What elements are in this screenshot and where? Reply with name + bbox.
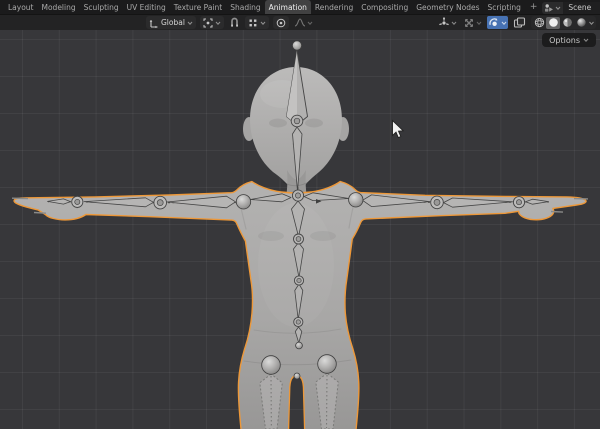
gizmo-icon <box>438 17 450 29</box>
falloff-curve-icon <box>294 17 306 28</box>
pose-xray-icon <box>488 17 500 29</box>
chevron-down-icon <box>583 36 589 44</box>
elbow-left-ring[interactable] <box>154 196 167 209</box>
scene-render <box>0 30 600 429</box>
chevron-down-icon <box>451 19 457 27</box>
tab-sculpting[interactable]: Sculpting <box>80 0 123 14</box>
scene-name-label: Scene <box>568 3 591 12</box>
snap-toggle-button[interactable] <box>228 16 241 29</box>
crotch-ball[interactable] <box>294 373 300 379</box>
elbow-right-ring[interactable] <box>431 196 444 209</box>
pelvis-tip-ball[interactable] <box>296 342 303 349</box>
shoulder-left-ball[interactable] <box>236 195 250 209</box>
chest-shadow-right <box>310 231 336 241</box>
pivot-point-dropdown[interactable] <box>200 16 224 29</box>
xray-icon <box>513 17 526 29</box>
orientation-icon <box>149 18 159 28</box>
spine-base-ring[interactable] <box>294 317 303 326</box>
overlays-icon <box>463 17 475 29</box>
toggle-xray-button[interactable] <box>512 16 527 29</box>
tab-shading[interactable]: Shading <box>226 0 264 14</box>
spine-mid-ring[interactable] <box>294 276 303 285</box>
tab-geometry-nodes[interactable]: Geometry Nodes <box>412 0 483 14</box>
selection-outline-crotch <box>289 376 305 429</box>
snap-target-dropdown[interactable] <box>245 16 269 29</box>
tab-layout[interactable]: Layout <box>4 0 38 14</box>
shading-wireframe-button[interactable] <box>532 17 546 29</box>
shading-solid-button[interactable] <box>546 17 560 29</box>
viewport-header: Global <box>0 15 600 30</box>
head-base-ring[interactable] <box>291 115 303 127</box>
eye-socket-right <box>305 119 323 128</box>
hip-left-ball[interactable] <box>262 356 281 375</box>
shoulder-right-ball[interactable] <box>349 193 363 207</box>
wrist-right-ring[interactable] <box>513 197 524 208</box>
chest-shadow-left <box>258 231 284 241</box>
options-label: Options <box>549 36 580 45</box>
shading-rendered-button[interactable] <box>574 17 588 29</box>
tab-animation[interactable]: Animation <box>265 0 311 14</box>
mouse-cursor <box>393 121 404 138</box>
scene-selector: Scene <box>542 0 600 15</box>
show-gizmo-button[interactable] <box>437 16 458 29</box>
proportional-falloff-dropdown[interactable] <box>293 16 314 29</box>
chevron-down-icon <box>187 19 193 27</box>
viewport-shading-group <box>531 16 596 29</box>
eye-socket-left <box>269 119 287 128</box>
chevron-down-icon <box>260 19 266 27</box>
chevron-down-icon <box>476 19 482 27</box>
shading-material-button[interactable] <box>560 17 574 29</box>
workspace-tab-bar: Layout Modeling Sculpting UV Editing Tex… <box>0 0 600 15</box>
add-workspace-button[interactable]: + <box>525 0 543 14</box>
chevron-down-icon <box>215 19 221 27</box>
hip-right-ball[interactable] <box>318 355 337 374</box>
tab-compositing[interactable]: Compositing <box>357 0 412 14</box>
chevron-down-icon <box>501 19 507 27</box>
wrist-left-ring[interactable] <box>72 196 83 207</box>
blender-window: Layout Modeling Sculpting UV Editing Tex… <box>0 0 600 429</box>
scene-name-field[interactable]: Scene <box>563 2 600 14</box>
chevron-down-icon <box>588 19 595 27</box>
chevron-down-icon <box>555 4 561 12</box>
chest-base-ring[interactable] <box>294 234 304 244</box>
tab-uv-editing[interactable]: UV Editing <box>123 0 170 14</box>
magnet-icon <box>229 17 240 28</box>
show-overlays-button[interactable] <box>462 16 483 29</box>
tab-rendering[interactable]: Rendering <box>311 0 357 14</box>
thigh-bones[interactable] <box>260 373 339 429</box>
chevron-down-icon <box>307 19 313 27</box>
tab-modeling[interactable]: Modeling <box>38 0 80 14</box>
options-popover-button[interactable]: Options <box>542 33 596 47</box>
orientation-value: Global <box>161 18 185 27</box>
proportional-editing-toggle[interactable] <box>273 16 289 29</box>
snap-target-icon <box>248 18 258 28</box>
scene-icon <box>544 3 554 13</box>
pose-xray-toggle-button[interactable] <box>487 16 508 29</box>
wireframe-shading-icon <box>534 17 545 28</box>
solid-shading-icon <box>548 17 559 28</box>
material-preview-shading-icon <box>562 17 573 28</box>
transform-orientation-dropdown[interactable]: Global <box>146 16 196 29</box>
tab-scripting[interactable]: Scripting <box>484 0 525 14</box>
neck-base-ring[interactable] <box>292 190 303 201</box>
pivot-point-icon <box>203 18 213 28</box>
scene-browse-button[interactable] <box>542 2 563 14</box>
viewport-canvas[interactable]: Options <box>0 30 600 429</box>
rendered-shading-icon <box>576 17 587 28</box>
proportional-editing-icon <box>276 18 286 28</box>
head-tip-ball[interactable] <box>292 41 301 50</box>
tab-texture-paint[interactable]: Texture Paint <box>170 0 226 14</box>
